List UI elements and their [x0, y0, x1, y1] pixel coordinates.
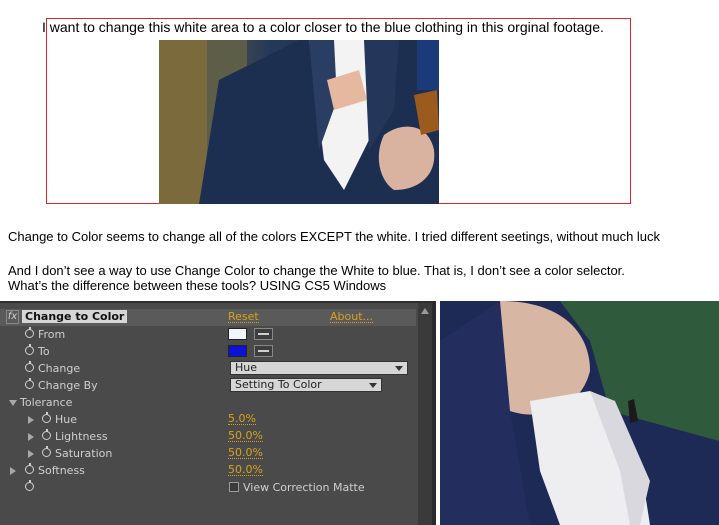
stopwatch-icon[interactable]	[25, 344, 34, 355]
softness-row: Softness 50.0%	[0, 462, 416, 479]
softness-value[interactable]: 50.0%	[228, 464, 263, 476]
result-footage-image	[440, 301, 719, 525]
stopwatch-icon[interactable]	[25, 361, 34, 372]
tolerance-label: Tolerance	[20, 396, 73, 409]
from-color-swatch[interactable]	[228, 328, 247, 340]
disclosure-closed-icon[interactable]	[28, 416, 34, 424]
change-dropdown[interactable]: Hue	[230, 361, 408, 375]
view-matte-row: View Correction Matte	[0, 479, 416, 496]
stopwatch-icon[interactable]	[25, 327, 34, 338]
hue-row: Hue 5.0%	[0, 411, 416, 428]
lightness-label: Lightness	[55, 430, 108, 443]
stopwatch-icon[interactable]	[42, 412, 51, 423]
from-label: From	[38, 328, 66, 341]
effect-header-row[interactable]: fx Change to Color Reset About...	[0, 309, 416, 326]
to-label: To	[38, 345, 50, 358]
view-matte-checkbox[interactable]	[229, 482, 239, 492]
to-color-swatch[interactable]	[228, 345, 247, 357]
saturation-label: Saturation	[55, 447, 113, 460]
disclosure-closed-icon[interactable]	[10, 467, 16, 475]
saturation-row: Saturation 50.0%	[0, 445, 416, 462]
change-row: Change Hue	[0, 360, 416, 377]
change-label: Change	[38, 362, 81, 375]
eyedropper-icon[interactable]	[254, 345, 273, 357]
hue-value[interactable]: 5.0%	[228, 413, 256, 425]
from-row: From	[0, 326, 416, 343]
stopwatch-icon[interactable]	[42, 429, 51, 440]
paragraph-1: Change to Color seems to change all of t…	[8, 229, 661, 244]
disclosure-closed-icon[interactable]	[28, 433, 34, 441]
top-caption: I want to change this white area to a co…	[42, 19, 604, 35]
paragraph-2: And I don’t see a way to use Change Colo…	[8, 263, 625, 278]
stopwatch-icon[interactable]	[25, 463, 34, 474]
panel-scrollbar[interactable]	[418, 303, 432, 525]
effect-name[interactable]: Change to Color	[22, 310, 128, 323]
scroll-up-icon[interactable]	[421, 308, 429, 314]
change-by-dropdown[interactable]: Setting To Color	[230, 378, 382, 392]
effect-controls-panel: fx Change to Color Reset About... From T…	[0, 301, 436, 525]
reset-link[interactable]: Reset	[228, 311, 259, 323]
hue-label: Hue	[55, 413, 78, 426]
original-footage-image	[159, 40, 439, 204]
lightness-value[interactable]: 50.0%	[228, 430, 263, 442]
change-by-value: Setting To Color	[235, 378, 322, 391]
chevron-down-icon	[395, 366, 403, 371]
stopwatch-icon[interactable]	[25, 480, 34, 491]
disclosure-open-icon[interactable]	[9, 400, 17, 406]
change-value: Hue	[235, 361, 258, 374]
eyedropper-icon[interactable]	[254, 328, 273, 340]
tolerance-row[interactable]: Tolerance	[0, 394, 416, 411]
to-row: To	[0, 343, 416, 360]
about-link[interactable]: About...	[330, 311, 374, 323]
chevron-down-icon	[369, 383, 377, 388]
saturation-value[interactable]: 50.0%	[228, 447, 263, 459]
paragraph-3: What’s the difference between these tool…	[8, 278, 387, 293]
fx-icon[interactable]: fx	[6, 310, 19, 324]
disclosure-closed-icon[interactable]	[28, 450, 34, 458]
change-by-label: Change By	[38, 379, 98, 392]
change-by-row: Change By Setting To Color	[0, 377, 416, 394]
stopwatch-icon[interactable]	[42, 446, 51, 457]
stopwatch-icon[interactable]	[25, 378, 34, 389]
panel-divider	[432, 303, 436, 525]
view-matte-label: View Correction Matte	[243, 481, 365, 494]
lightness-row: Lightness 50.0%	[0, 428, 416, 445]
softness-label: Softness	[38, 464, 85, 477]
